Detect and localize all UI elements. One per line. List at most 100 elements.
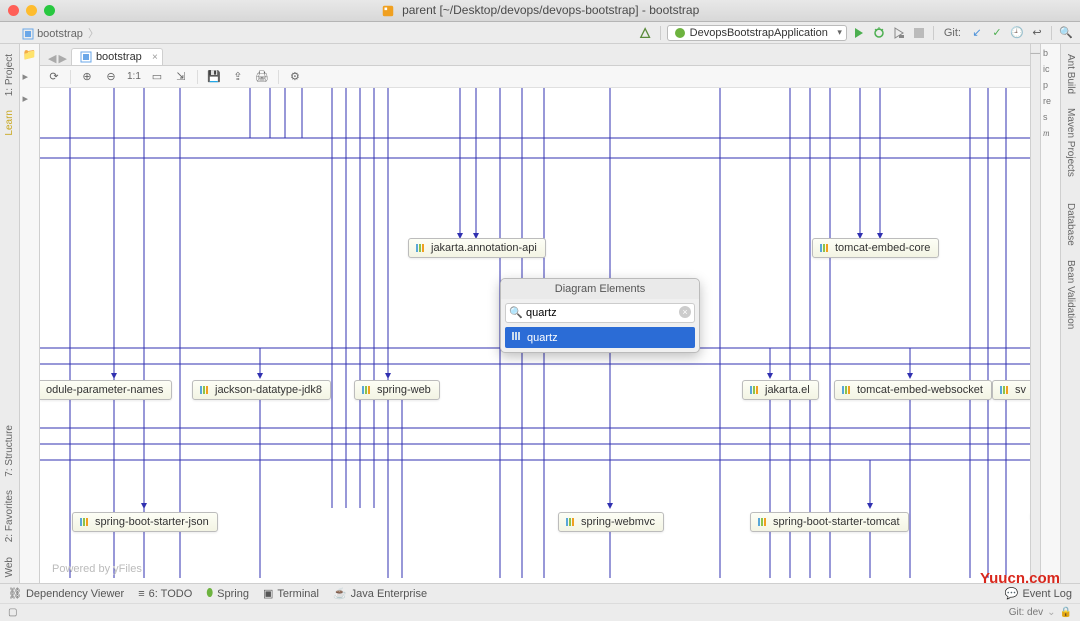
layout-icon[interactable]: ⇲ <box>173 69 189 85</box>
mini-item[interactable]: b <box>1041 48 1060 58</box>
maximize-icon[interactable] <box>44 5 55 16</box>
window-controls <box>8 5 55 16</box>
minimize-icon[interactable] <box>26 5 37 16</box>
git-commit-icon[interactable]: ✓ <box>989 25 1005 41</box>
fit-icon[interactable]: ▭ <box>149 69 165 85</box>
git-update-icon[interactable]: ↙ <box>969 25 985 41</box>
window-title: parent [~/Desktop/devops/devops-bootstra… <box>8 3 1072 18</box>
lib-icon <box>79 516 91 528</box>
search-icon[interactable]: 🔍 <box>1058 25 1074 41</box>
run-button[interactable] <box>851 25 867 41</box>
tab-terminal[interactable]: ▣Terminal <box>263 587 319 600</box>
collapse-icon[interactable]: 📁 <box>23 48 37 62</box>
tab-spring[interactable]: ⬮Spring <box>206 587 249 600</box>
title-bar: parent [~/Desktop/devops/devops-bootstra… <box>0 0 1080 22</box>
node-module-parameter-names[interactable]: odule-parameter-names <box>40 380 172 400</box>
zoom-out-icon[interactable]: ⊖ <box>103 69 119 85</box>
tab-favorites[interactable]: 2: Favorites <box>2 484 17 548</box>
tree-icon-2[interactable]: ▸ <box>23 92 37 106</box>
tab-java-ee[interactable]: ☕Java Enterprise <box>333 587 427 600</box>
nav-back-icon[interactable]: ◀ <box>48 52 56 65</box>
search-input[interactable] <box>505 303 695 323</box>
search-result-quartz[interactable]: quartz <box>505 327 695 348</box>
clear-icon[interactable]: × <box>679 306 691 318</box>
tab-dependency-viewer[interactable]: ⛓Dependency Viewer <box>8 587 124 600</box>
close-tab-icon[interactable]: × <box>152 52 158 63</box>
breadcrumb[interactable]: bootstrap 〉 <box>6 25 634 41</box>
diagram-toolbar: ⟳ ⊕ ⊖ 1:1 ▭ ⇲ 💾 ⇪ 🖨 ⚙ <box>40 66 1030 88</box>
mini-item[interactable]: ic <box>1041 64 1060 74</box>
zoom-reset-button[interactable]: 1:1 <box>127 69 141 85</box>
git-branch-status[interactable]: Git: dev <box>1009 607 1043 618</box>
node-partial-right[interactable]: sv <box>992 380 1030 400</box>
node-spring-webmvc[interactable]: spring-webmvc <box>558 512 664 532</box>
module-icon <box>22 28 34 40</box>
diagram-canvas[interactable]: jakarta.annotation-api tomcat-embed-core… <box>40 88 1030 583</box>
node-tomcat-core[interactable]: tomcat-embed-core <box>812 238 939 258</box>
stop-button[interactable] <box>911 25 927 41</box>
right-collapse-handle[interactable]: — <box>1030 44 1040 583</box>
coverage-button[interactable] <box>891 25 907 41</box>
terminal-icon: ▣ <box>263 587 273 600</box>
lib-icon <box>999 384 1011 396</box>
debug-button[interactable] <box>871 25 887 41</box>
app-icon <box>381 4 395 18</box>
popup-search: 🔍 × <box>505 303 695 323</box>
mini-item[interactable]: p <box>1041 80 1060 90</box>
settings-icon[interactable]: ⚙ <box>287 69 303 85</box>
node-jakarta-el[interactable]: jakarta.el <box>742 380 819 400</box>
collapse-icon: — <box>1031 48 1041 59</box>
spring-icon: ⬮ <box>206 587 213 600</box>
event-log-icon: 💬 <box>1005 587 1019 600</box>
status-menu-icon[interactable]: ▢ <box>8 607 17 618</box>
node-starter-tomcat[interactable]: spring-boot-starter-tomcat <box>750 512 909 532</box>
diagram-elements-popup: Diagram Elements 🔍 × quartz <box>500 278 700 353</box>
tab-maven[interactable]: Maven Projects <box>1063 102 1078 183</box>
watermark: Yuucn.com <box>980 570 1060 587</box>
left-tool-tabs: 1: Project Learn 7: Structure 2: Favorit… <box>0 44 20 583</box>
lib-icon <box>841 384 853 396</box>
save-icon[interactable]: 💾 <box>206 69 222 85</box>
build-icon[interactable] <box>638 25 654 41</box>
status-bar: ▢ Git: dev ⌄ 🔒 <box>0 603 1080 621</box>
mini-item[interactable]: re <box>1041 96 1060 106</box>
git-label: Git: <box>944 27 961 39</box>
zoom-in-icon[interactable]: ⊕ <box>79 69 95 85</box>
refresh-icon[interactable]: ⟳ <box>46 69 62 85</box>
tab-event-log[interactable]: 💬Event Log <box>1005 587 1072 600</box>
dependency-icon: ⛓ <box>8 587 22 600</box>
print-icon[interactable]: 🖨 <box>254 69 270 85</box>
lib-icon <box>565 516 577 528</box>
export-icon[interactable]: ⇪ <box>230 69 246 85</box>
mini-item[interactable]: s <box>1041 112 1060 122</box>
tab-database[interactable]: Database <box>1063 197 1078 252</box>
lock-icon[interactable]: 🔒 <box>1060 607 1072 618</box>
tab-web[interactable]: Web <box>2 551 17 583</box>
todo-icon: ≡ <box>138 588 144 600</box>
lib-icon <box>749 384 761 396</box>
tab-todo[interactable]: ≡6: TODO <box>138 588 192 600</box>
node-spring-web[interactable]: spring-web <box>354 380 440 400</box>
tab-bean-validation[interactable]: Bean Validation <box>1063 254 1078 335</box>
git-history-icon[interactable]: 🕘 <box>1009 25 1025 41</box>
main-toolbar: bootstrap 〉 DevopsBootstrapApplication G… <box>0 22 1080 44</box>
tree-icon[interactable]: ▸ <box>23 70 37 84</box>
git-revert-icon[interactable]: ↩ <box>1029 25 1045 41</box>
run-config-selector[interactable]: DevopsBootstrapApplication <box>667 25 847 41</box>
node-starter-json[interactable]: spring-boot-starter-json <box>72 512 218 532</box>
lib-icon <box>199 384 211 396</box>
tab-learn[interactable]: Learn <box>2 104 17 142</box>
tab-structure[interactable]: 7: Structure <box>2 419 17 483</box>
node-tomcat-websocket[interactable]: tomcat-embed-websocket <box>834 380 992 400</box>
spring-icon <box>674 27 686 39</box>
tab-project[interactable]: 1: Project <box>2 48 17 102</box>
lib-icon <box>361 384 373 396</box>
bottom-tool-bar: ⛓Dependency Viewer ≡6: TODO ⬮Spring ▣Ter… <box>0 583 1080 603</box>
close-icon[interactable] <box>8 5 19 16</box>
maven-icon[interactable]: m <box>1041 128 1060 138</box>
nav-fwd-icon[interactable]: ▶ <box>58 52 66 65</box>
node-jakarta-annotation[interactable]: jakarta.annotation-api <box>408 238 546 258</box>
editor-tab-bootstrap[interactable]: bootstrap × <box>71 48 163 65</box>
tab-ant-build[interactable]: Ant Build <box>1063 48 1078 100</box>
node-jackson-jdk8[interactable]: jackson-datatype-jdk8 <box>192 380 331 400</box>
